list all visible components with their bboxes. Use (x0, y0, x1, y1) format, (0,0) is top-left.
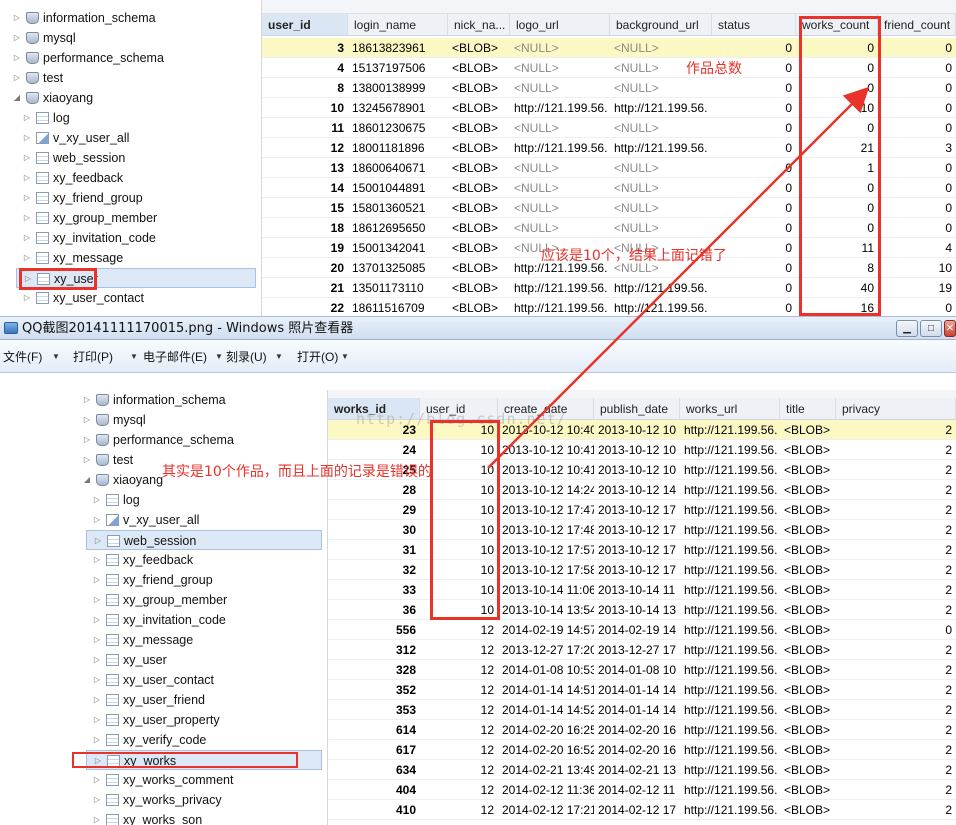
annotation-arrow (487, 86, 870, 469)
